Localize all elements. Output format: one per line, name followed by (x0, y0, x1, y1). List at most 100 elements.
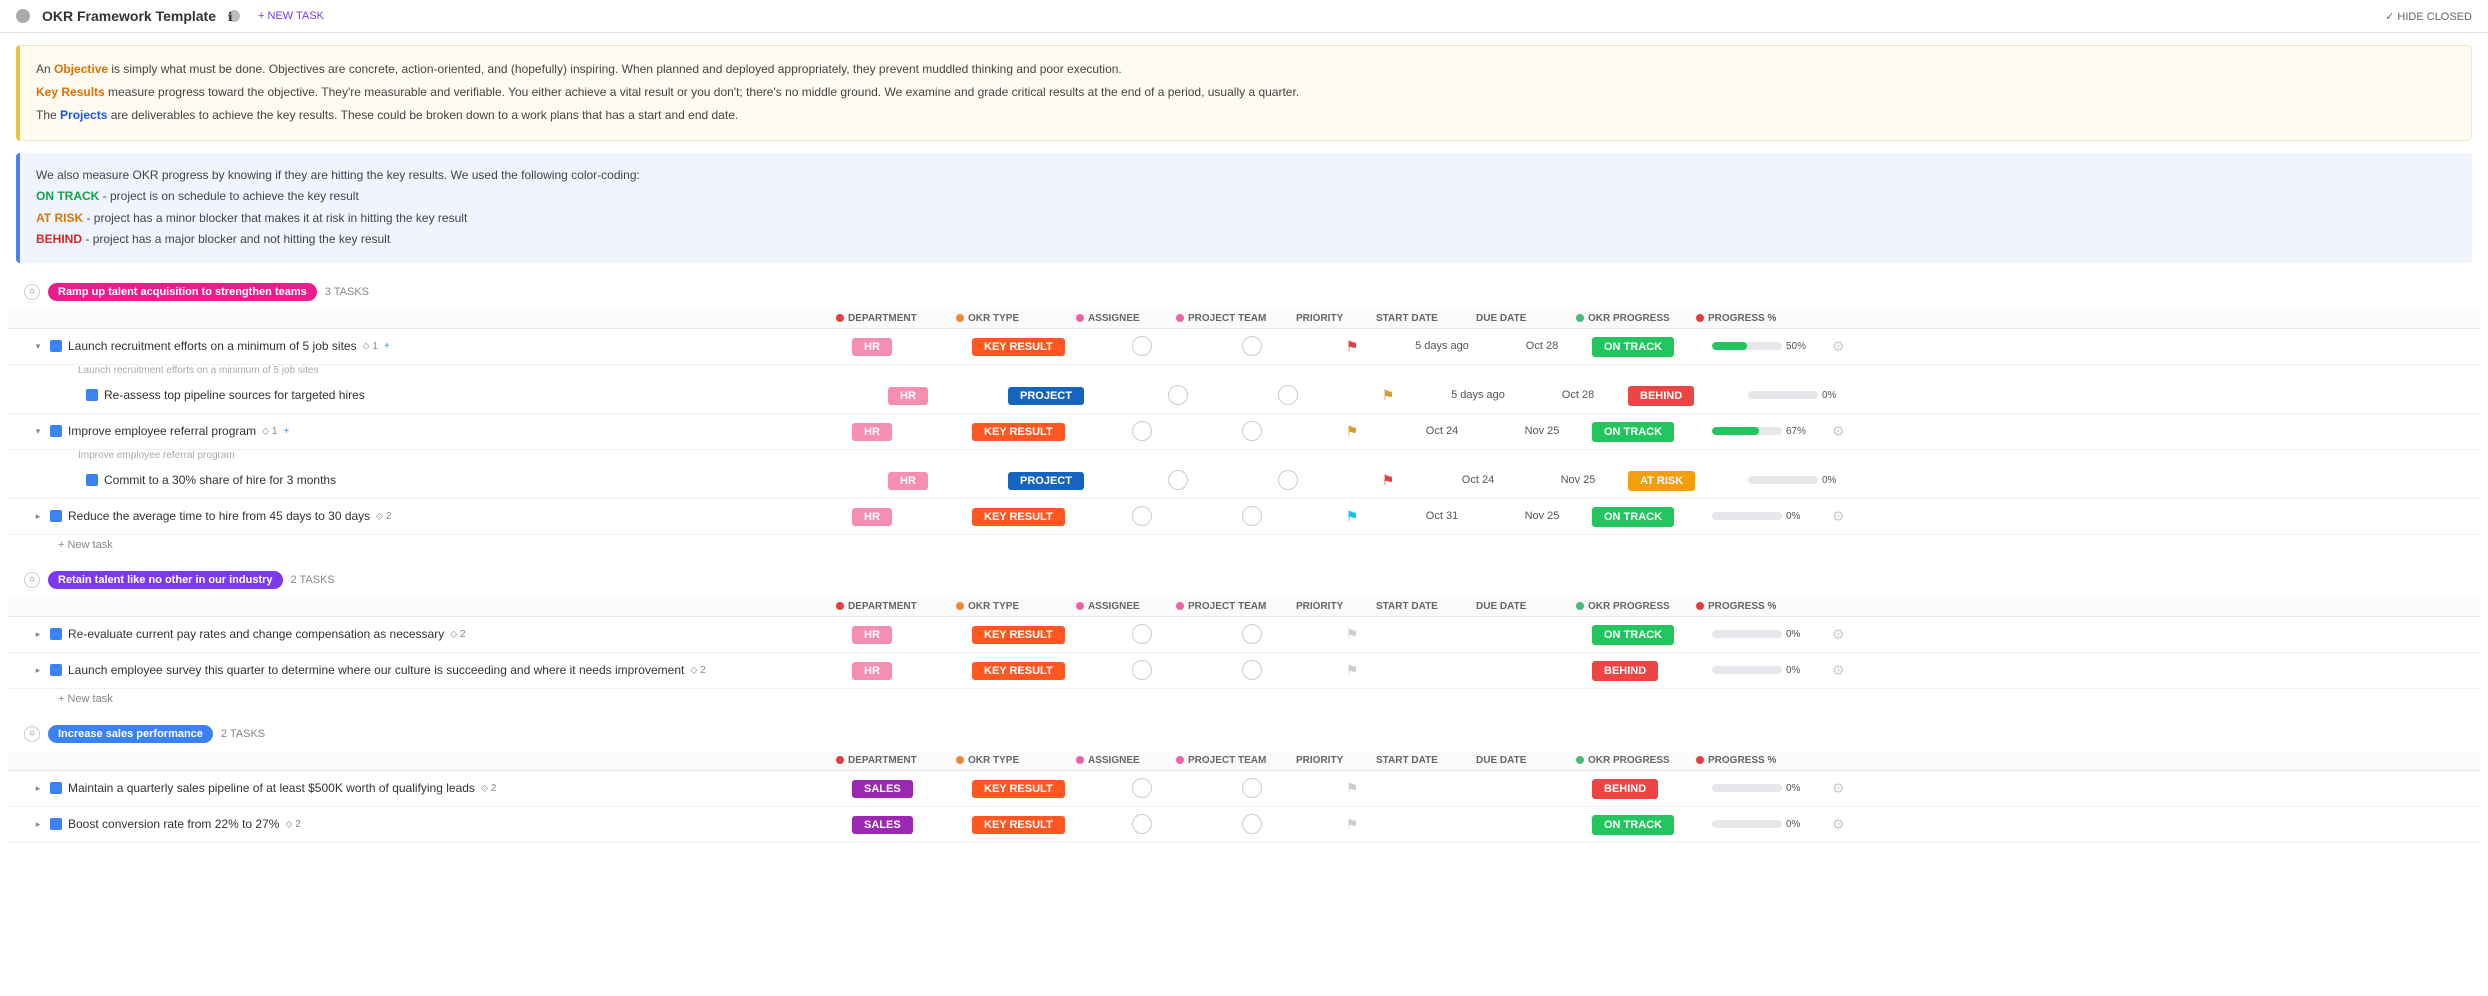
expand-icon[interactable]: ▸ (32, 664, 44, 676)
okr-progress-cell: ON TRACK (1592, 424, 1712, 438)
hide-closed-button[interactable]: ✓ HIDE CLOSED (2385, 10, 2472, 23)
assignee-avatar[interactable] (1132, 506, 1152, 526)
priority-flag: ⚑ (1382, 387, 1395, 404)
group-count-3: 2 TASKS (221, 728, 265, 740)
task-checkbox[interactable] (50, 425, 62, 437)
task-checkbox[interactable] (50, 818, 62, 830)
info-line-3: The Projects are deliverables to achieve… (36, 106, 2455, 125)
okr-type-dot (956, 314, 964, 322)
progress-cell: 50% (1712, 341, 1832, 352)
dept-cell: HR (888, 388, 1008, 402)
team-avatar[interactable] (1242, 336, 1262, 356)
task-name: Improve employee referral program (68, 424, 256, 438)
progress-pct: 50% (1786, 341, 1806, 352)
type-cell: KEY RESULT (972, 424, 1092, 438)
dept-cell: HR (852, 339, 972, 353)
progress-bar-outer (1712, 427, 1782, 435)
subtask-label-row: Launch recruitment efforts on a minimum … (8, 365, 2480, 378)
col-okr-progress-3: OKR PROGRESS (1576, 755, 1696, 766)
add-subtask[interactable]: + (283, 426, 289, 437)
add-subtask[interactable]: + (384, 341, 390, 352)
prog-pct-dot (1696, 314, 1704, 322)
priority-cell: ⚑ (1312, 626, 1392, 643)
group-toggle-2[interactable]: ○ (24, 572, 40, 588)
assignee-avatar[interactable] (1132, 421, 1152, 441)
col-headers-2: DEPARTMENT OKR TYPE ASSIGNEE PROJECT TEA… (8, 597, 2480, 617)
task-checkbox[interactable] (50, 664, 62, 676)
task-checkbox[interactable] (86, 474, 98, 486)
dept-badge: HR (852, 662, 892, 680)
progress-pct: 0% (1822, 390, 1836, 401)
assignee-avatar[interactable] (1132, 660, 1152, 680)
task-name: Launch employee survey this quarter to d… (68, 663, 684, 677)
team-avatar[interactable] (1242, 660, 1262, 680)
task-checkbox[interactable] (86, 389, 98, 401)
due-date-cell: Nov 25 (1492, 510, 1592, 522)
task-checkbox[interactable] (50, 628, 62, 640)
type-badge: KEY RESULT (972, 338, 1065, 356)
task-name-cell: ▸ Launch employee survey this quarter to… (32, 663, 852, 677)
task-checkbox[interactable] (50, 340, 62, 352)
assignee-avatar[interactable] (1168, 470, 1188, 490)
team-avatar[interactable] (1242, 778, 1262, 798)
dept-cell: HR (888, 473, 1008, 487)
progress-cell: 0% (1748, 475, 1868, 486)
col-progress-pct: PROGRESS % (1696, 313, 1816, 324)
settings-icon[interactable]: ⚙ (1832, 508, 1845, 524)
settings-icon[interactable]: ⚙ (1832, 780, 1845, 796)
expand-icon[interactable]: ▸ (32, 818, 44, 830)
okr-type-dot-3 (956, 756, 964, 764)
team-avatar[interactable] (1242, 421, 1262, 441)
team-avatar[interactable] (1242, 506, 1262, 526)
type-badge: PROJECT (1008, 387, 1084, 405)
settings-icon[interactable]: ⚙ (1832, 662, 1845, 678)
expand-icon[interactable]: ▸ (32, 628, 44, 640)
assignee-avatar[interactable] (1132, 336, 1152, 356)
expand-icon[interactable]: ▾ (32, 425, 44, 437)
expand-icon[interactable]: ▸ (32, 782, 44, 794)
settings-icon[interactable]: ⚙ (1832, 423, 1845, 439)
okr-progress-badge: ON TRACK (1592, 422, 1674, 442)
progress-bar-outer (1748, 391, 1818, 399)
team-avatar[interactable] (1278, 385, 1298, 405)
task-checkbox[interactable] (50, 782, 62, 794)
progress-bar-outer (1712, 630, 1782, 638)
assignee-cell (1092, 660, 1192, 680)
group-toggle-1[interactable]: ○ (24, 284, 40, 300)
task-checkbox[interactable] (50, 510, 62, 522)
group-label-3: Increase sales performance (48, 725, 213, 743)
priority-flag: ⚑ (1346, 508, 1359, 525)
settings-icon[interactable]: ⚙ (1832, 626, 1845, 642)
okr-progress-cell: ON TRACK (1592, 627, 1712, 641)
col-assignee-3: ASSIGNEE (1076, 755, 1176, 766)
settings-icon[interactable]: ⚙ (1832, 816, 1845, 832)
settings-icon[interactable]: ⚙ (1832, 338, 1845, 354)
dept-badge: HR (888, 387, 928, 405)
priority-cell: ⚑ (1312, 338, 1392, 355)
assignee-avatar[interactable] (1132, 814, 1152, 834)
expand-icon[interactable]: ▾ (32, 340, 44, 352)
col-okr-progress-2: OKR PROGRESS (1576, 601, 1696, 612)
col-headers-1: DEPARTMENT OKR TYPE ASSIGNEE PROJECT TEA… (8, 309, 2480, 329)
new-task-link-2[interactable]: + New task (8, 689, 2480, 709)
new-task-button[interactable]: + NEW TASK (252, 8, 330, 24)
team-avatar[interactable] (1242, 624, 1262, 644)
dept-cell: HR (852, 627, 972, 641)
task-name: Re-assess top pipeline sources for targe… (104, 388, 365, 402)
group-toggle-3[interactable]: ○ (24, 726, 40, 742)
task-name: Boost conversion rate from 22% to 27% (68, 817, 279, 831)
team-avatar[interactable] (1278, 470, 1298, 490)
new-task-link-1[interactable]: + New task (8, 535, 2480, 555)
assignee-avatar[interactable] (1132, 778, 1152, 798)
assignee-avatar[interactable] (1168, 385, 1188, 405)
group-header-3: ○ Increase sales performance 2 TASKS (8, 717, 2480, 751)
settings-cell: ⚙ (1832, 508, 1872, 525)
okr-progress-cell: ON TRACK (1592, 509, 1712, 523)
team-cell (1192, 506, 1312, 526)
team-avatar[interactable] (1242, 814, 1262, 834)
priority-flag: ⚑ (1346, 338, 1359, 355)
assignee-avatar[interactable] (1132, 624, 1152, 644)
progress-cell: 0% (1712, 783, 1832, 794)
expand-icon[interactable]: ▸ (32, 510, 44, 522)
dept-badge: SALES (852, 816, 913, 834)
